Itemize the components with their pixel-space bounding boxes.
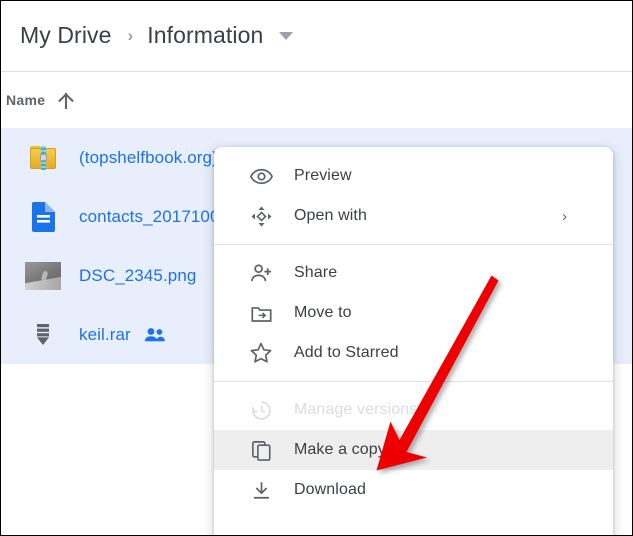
menu-item-label: Share bbox=[294, 264, 337, 282]
people-shared-icon bbox=[144, 327, 166, 343]
menu-item-download[interactable]: Download bbox=[214, 470, 613, 510]
history-clock-icon bbox=[249, 398, 273, 422]
context-menu: Preview Open with › bbox=[214, 147, 613, 536]
file-name[interactable]: contacts_2017100 bbox=[79, 207, 220, 227]
menu-top-padding bbox=[214, 147, 613, 156]
menu-item-open-with[interactable]: Open with › bbox=[214, 196, 613, 236]
eye-icon bbox=[249, 164, 273, 188]
download-icon bbox=[249, 478, 273, 502]
breadcrumb-item-information[interactable]: Information bbox=[147, 22, 263, 49]
file-name[interactable]: keil.rar bbox=[79, 325, 131, 345]
folder-move-icon bbox=[249, 301, 273, 325]
menu-divider bbox=[214, 244, 613, 245]
menu-item-label: Manage versions bbox=[294, 401, 417, 419]
image-thumbnail-icon bbox=[22, 262, 64, 290]
file-list-column-header: Name bbox=[0, 72, 633, 128]
drive-file-browser: My Drive › Information Name (topshelfboo… bbox=[0, 0, 633, 536]
menu-item-share[interactable]: Share bbox=[214, 253, 613, 293]
copy-icon bbox=[249, 438, 273, 462]
google-doc-icon bbox=[22, 202, 64, 232]
file-name[interactable]: DSC_2345.png bbox=[79, 266, 196, 286]
chevron-down-icon[interactable] bbox=[279, 32, 293, 40]
menu-item-label: Preview bbox=[294, 167, 352, 185]
menu-item-move-to[interactable]: Move to bbox=[214, 293, 613, 333]
sort-ascending-arrow-icon[interactable] bbox=[59, 91, 73, 109]
breadcrumb: My Drive › Information bbox=[0, 0, 633, 71]
menu-item-preview[interactable]: Preview bbox=[214, 156, 613, 196]
open-with-icon bbox=[249, 204, 273, 228]
menu-item-add-to-starred[interactable]: Add to Starred bbox=[214, 333, 613, 373]
breadcrumb-item-my-drive[interactable]: My Drive bbox=[20, 22, 112, 49]
star-outline-icon bbox=[249, 341, 273, 365]
chevron-right-icon[interactable]: › bbox=[562, 209, 567, 224]
menu-item-label: Download bbox=[294, 481, 366, 499]
person-add-icon bbox=[249, 261, 273, 285]
menu-item-make-a-copy[interactable]: Make a copy bbox=[214, 430, 613, 470]
rar-archive-icon bbox=[22, 323, 64, 347]
column-header-name[interactable]: Name bbox=[6, 92, 45, 108]
menu-item-label: Add to Starred bbox=[294, 344, 399, 362]
menu-item-manage-versions: Manage versions bbox=[214, 390, 613, 430]
breadcrumb-separator-icon: › bbox=[128, 27, 134, 44]
menu-divider bbox=[214, 381, 613, 382]
menu-item-label: Move to bbox=[294, 304, 352, 322]
menu-item-label: Open with bbox=[294, 207, 367, 225]
file-name[interactable]: (topshelfbook.org) bbox=[79, 148, 218, 168]
menu-item-label: Make a copy bbox=[294, 441, 386, 459]
zip-archive-icon bbox=[22, 146, 64, 170]
